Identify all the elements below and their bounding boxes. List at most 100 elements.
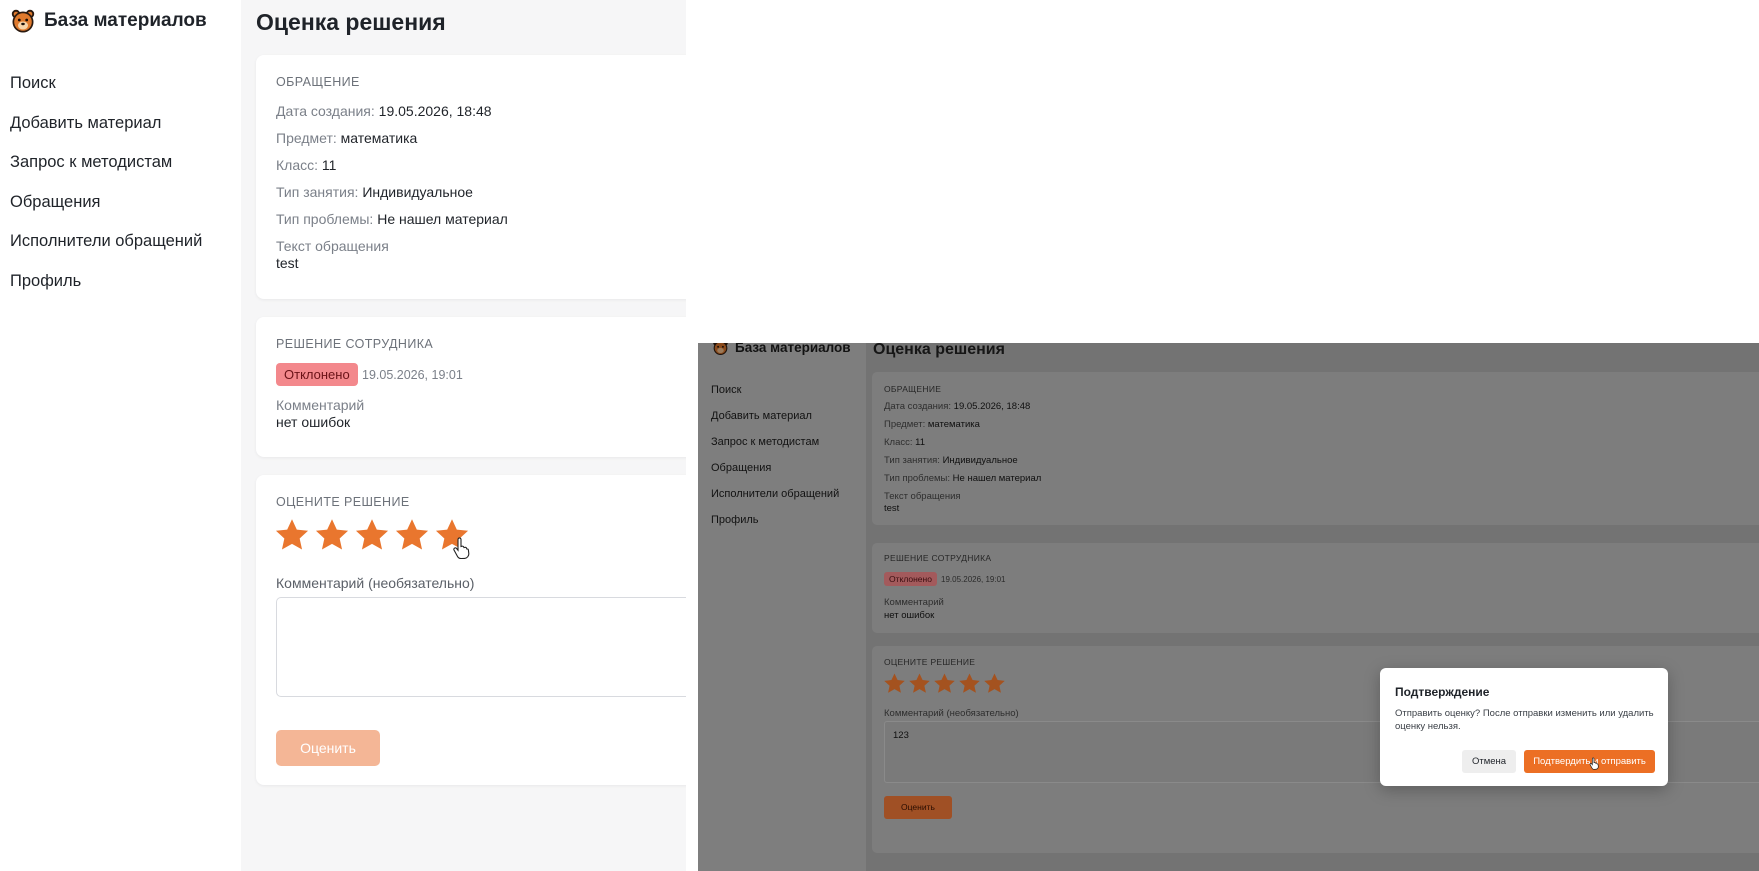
brand-dimmed[interactable]: База материалов xyxy=(712,343,851,356)
request-lesson-value: Индивидуальное xyxy=(942,455,1018,466)
rating-comment-label: Комментарий (необязательно) xyxy=(276,575,475,591)
sidebar-item-profile[interactable]: Профиль xyxy=(711,513,839,539)
hand-pointer-icon xyxy=(1589,757,1599,770)
star-icon-1[interactable] xyxy=(274,517,310,553)
bear-head-icon xyxy=(713,343,728,356)
rating-comment-value: 123 xyxy=(893,730,909,741)
rating-section-title: ОЦЕНИТЕ РЕШЕНИЕ xyxy=(884,657,976,667)
sidebar-item-methodists-request[interactable]: Запрос к методистам xyxy=(10,151,202,191)
decision-date: 19.05.2026, 19:01 xyxy=(362,368,463,382)
sidebar-item-request-assignees[interactable]: Исполнители обращений xyxy=(711,487,839,513)
star-icon-2[interactable] xyxy=(908,672,931,695)
decision-card: РЕШЕНИЕ СОТРУДНИКА Отклонено 19.05.2026,… xyxy=(256,317,686,457)
request-created-value: 19.05.2026, 18:48 xyxy=(953,401,1031,412)
rate-button[interactable]: Оценить xyxy=(276,730,380,766)
request-created-label: Дата создания: xyxy=(884,401,952,412)
sidebar-dimmed: База материалов Поиск Добавить материал … xyxy=(698,343,866,871)
rating-comment-label: Комментарий (необязательно) xyxy=(884,708,1019,719)
request-lesson-label: Тип занятия: xyxy=(276,184,359,200)
request-class-label: Класс: xyxy=(276,157,318,173)
decision-comment-value: нет ошибок xyxy=(884,610,935,621)
sidebar-item-add-material[interactable]: Добавить материал xyxy=(10,112,202,152)
sidebar-item-methodists-request[interactable]: Запрос к методистам xyxy=(711,435,839,461)
brand-name: База материалов xyxy=(44,10,207,31)
sidebar-item-add-material[interactable]: Добавить материал xyxy=(711,409,839,435)
request-class-value: 11 xyxy=(915,437,926,448)
request-created: Дата создания: 19.05.2026, 18:48 xyxy=(276,103,492,119)
request-problem-value: Не нашел материал xyxy=(377,211,508,227)
sidebar-item-search[interactable]: Поиск xyxy=(711,383,839,409)
request-subject: Предмет: математика xyxy=(276,130,417,146)
request-class: Класс: 11 xyxy=(884,437,925,448)
confirm-dialog: Подтверждение Отправить оценку? После от… xyxy=(1380,668,1668,786)
star-icon-5[interactable] xyxy=(983,672,1006,695)
request-problem-label: Тип проблемы: xyxy=(276,211,374,227)
star-icon-2[interactable] xyxy=(314,517,350,553)
request-text-value: test xyxy=(884,503,900,514)
sidebar-item-search[interactable]: Поиск xyxy=(10,72,202,112)
sidebar-item-request-assignees[interactable]: Исполнители обращений xyxy=(10,230,202,270)
dialog-text: Отправить оценку? После отправки изменит… xyxy=(1395,708,1654,732)
request-created-label: Дата создания: xyxy=(276,103,375,119)
page-title-dimmed: Оценка решения xyxy=(873,343,1005,358)
star-icon-3[interactable] xyxy=(933,672,956,695)
request-subject-label: Предмет: xyxy=(276,130,337,146)
request-lesson-label: Тип занятия: xyxy=(884,455,940,466)
decision-comment-label: Комментарий xyxy=(884,597,944,608)
sidebar-item-requests[interactable]: Обращения xyxy=(10,191,202,231)
request-class-label: Класс: xyxy=(884,437,913,448)
decision-comment-value: нет ошибок xyxy=(276,414,351,430)
hand-pointer-icon xyxy=(453,537,470,559)
star-icon-4[interactable] xyxy=(958,672,981,695)
cancel-button[interactable]: Отмена xyxy=(1462,750,1516,773)
request-text-value: test xyxy=(276,255,299,271)
sidebar-nav: Поиск Добавить материал Запрос к методис… xyxy=(10,72,202,310)
sidebar: База материалов Поиск Добавить материал … xyxy=(0,0,241,871)
request-created: Дата создания: 19.05.2026, 18:48 xyxy=(884,401,1030,412)
request-problem-type: Тип проблемы: Не нашел материал xyxy=(276,211,508,227)
rating-comment-input[interactable] xyxy=(276,597,686,697)
star-icon-3[interactable] xyxy=(354,517,390,553)
request-problem-type: Тип проблемы: Не нашел материал xyxy=(884,473,1041,484)
rate-button[interactable]: Оценить xyxy=(884,796,952,819)
decision-date: 19.05.2026, 19:01 xyxy=(941,575,1006,584)
request-subject: Предмет: математика xyxy=(884,419,980,430)
request-class-value: 11 xyxy=(321,157,337,173)
request-subject-value: математика xyxy=(927,419,980,430)
request-lesson-value: Индивидуальное xyxy=(362,184,473,200)
page-title: Оценка решения xyxy=(256,9,446,35)
brand-name: База материалов xyxy=(735,343,851,355)
request-subject-value: математика xyxy=(340,130,418,146)
decision-card-dimmed: РЕШЕНИЕ СОТРУДНИКА Отклонено 19.05.2026,… xyxy=(872,543,1759,633)
rating-section-title: ОЦЕНИТЕ РЕШЕНИЕ xyxy=(276,495,410,509)
decision-section-title: РЕШЕНИЕ СОТРУДНИКА xyxy=(276,337,434,351)
request-section-title: ОБРАЩЕНИЕ xyxy=(276,75,360,89)
request-card-dimmed: ОБРАЩЕНИЕ Дата создания: 19.05.2026, 18:… xyxy=(872,372,1759,525)
rating-stars[interactable] xyxy=(883,672,1006,695)
request-card: ОБРАЩЕНИЕ Дата создания: 19.05.2026, 18:… xyxy=(256,55,686,299)
request-subject-label: Предмет: xyxy=(884,419,926,430)
dialog-title: Подтверждение xyxy=(1395,685,1490,699)
request-problem-label: Тип проблемы: xyxy=(884,473,951,484)
sidebar-nav-dimmed: Поиск Добавить материал Запрос к методис… xyxy=(711,383,839,539)
rating-card: ОЦЕНИТЕ РЕШЕНИЕ Комментарий (необязатель… xyxy=(256,475,686,785)
request-text-label: Текст обращения xyxy=(276,238,389,254)
request-class: Класс: 11 xyxy=(276,157,336,173)
status-badge: Отклонено xyxy=(884,572,937,586)
brand[interactable]: База материалов xyxy=(10,8,207,34)
rating-stars[interactable] xyxy=(274,517,470,553)
star-icon-4[interactable] xyxy=(394,517,430,553)
status-badge: Отклонено xyxy=(276,363,358,386)
star-icon-1[interactable] xyxy=(883,672,906,695)
decision-section-title: РЕШЕНИЕ СОТРУДНИКА xyxy=(884,553,992,563)
request-lesson-type: Тип занятия: Индивидуальное xyxy=(276,184,473,200)
request-created-value: 19.05.2026, 18:48 xyxy=(378,103,492,119)
sidebar-item-profile[interactable]: Профиль xyxy=(10,270,202,310)
request-problem-value: Не нашел материал xyxy=(952,473,1042,484)
request-text-label: Текст обращения xyxy=(884,491,961,502)
decision-comment-label: Комментарий xyxy=(276,397,365,413)
sidebar-item-requests[interactable]: Обращения xyxy=(711,461,839,487)
right-screen: База материалов Поиск Добавить материал … xyxy=(698,343,1759,871)
request-lesson-type: Тип занятия: Индивидуальное xyxy=(884,455,1018,466)
request-section-title: ОБРАЩЕНИЕ xyxy=(884,384,942,394)
